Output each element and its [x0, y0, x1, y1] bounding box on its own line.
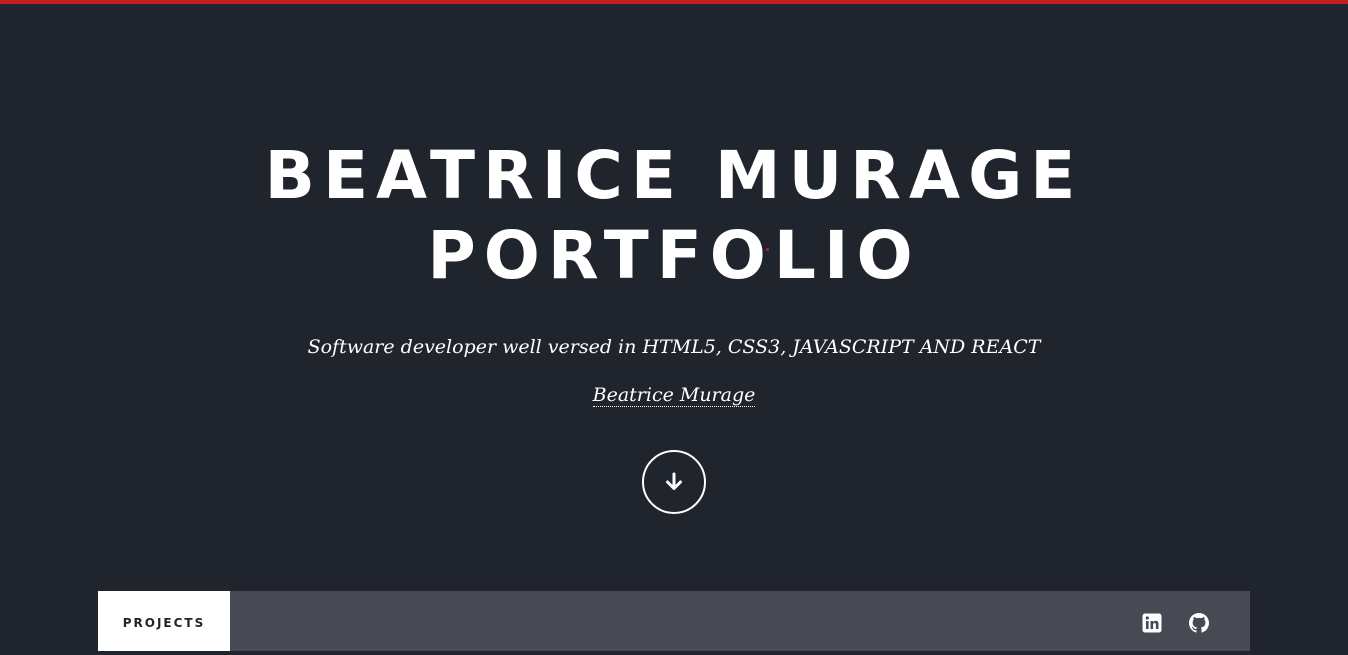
cursor-dot [766, 248, 769, 251]
main-nav: PROJECTS [98, 591, 1250, 651]
tab-projects[interactable]: PROJECTS [98, 591, 230, 651]
github-icon [1189, 613, 1209, 633]
author-container: Beatrice Murage [0, 382, 1348, 408]
arrow-down-icon [666, 472, 682, 490]
hero-section: BEATRICE MURAGE PORTFOLIO Software devel… [0, 0, 1348, 591]
github-link[interactable] [1189, 613, 1209, 633]
page-title-line1: BEATRICE MURAGE [264, 137, 1084, 214]
scroll-down-button[interactable] [642, 450, 706, 514]
page-title-line2: PORTFOLIO [427, 217, 921, 294]
author-link[interactable]: Beatrice Murage [592, 384, 756, 407]
linkedin-icon [1142, 613, 1162, 633]
tagline: Software developer well versed in HTML5,… [307, 336, 1041, 358]
linkedin-link[interactable] [1142, 613, 1162, 633]
